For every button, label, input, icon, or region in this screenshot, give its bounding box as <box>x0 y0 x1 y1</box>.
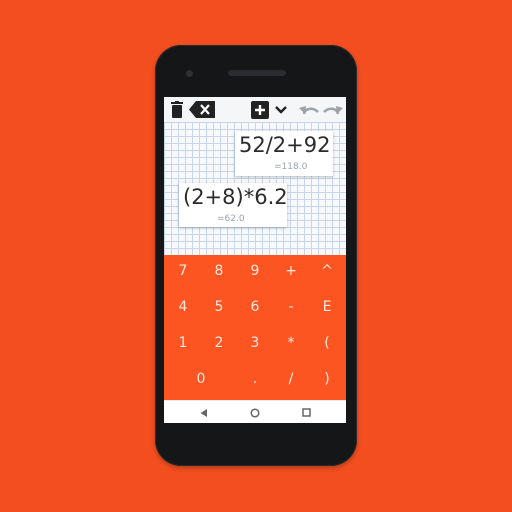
key-1[interactable]: 1 <box>165 327 201 359</box>
key-multiply[interactable]: * <box>273 327 309 359</box>
recents-icon[interactable] <box>296 405 316 420</box>
front-camera <box>186 70 193 77</box>
key-2[interactable]: 2 <box>201 327 237 359</box>
android-navbar <box>164 400 346 423</box>
trash-icon[interactable] <box>170 99 184 120</box>
key-decimal[interactable]: . <box>237 363 273 395</box>
key-3[interactable]: 3 <box>237 327 273 359</box>
earpiece-speaker <box>228 70 286 76</box>
expression-card[interactable]: 52/2+92 =118.0 <box>235 131 333 176</box>
key-9[interactable]: 9 <box>237 255 273 287</box>
expression-formula: 52/2+92 <box>239 133 331 157</box>
expression-formula: (2+8)*6.2 <box>183 185 288 209</box>
chevron-down-icon[interactable] <box>274 99 288 120</box>
expression-card[interactable]: (2+8)*6.2 =62.0 <box>179 183 288 227</box>
key-6[interactable]: 6 <box>237 291 273 323</box>
key-open-paren[interactable]: ( <box>309 327 345 359</box>
key-close-paren[interactable]: ) <box>309 363 345 395</box>
home-icon[interactable] <box>245 405 265 420</box>
back-icon[interactable] <box>193 405 213 420</box>
keypad: 7 8 9 + ^ 4 5 6 - E 1 2 3 * ( 0 . / ) <box>164 255 346 400</box>
key-divide[interactable]: / <box>273 363 309 395</box>
expression-result: =118.0 <box>274 162 308 172</box>
key-8[interactable]: 8 <box>201 255 237 287</box>
key-0[interactable]: 0 <box>183 363 219 395</box>
key-4[interactable]: 4 <box>165 291 201 323</box>
key-exponent[interactable]: E <box>309 291 345 323</box>
key-minus[interactable]: - <box>273 291 309 323</box>
expression-result: =62.0 <box>217 214 245 224</box>
add-box-icon[interactable] <box>250 99 270 120</box>
key-7[interactable]: 7 <box>165 255 201 287</box>
redo-icon[interactable] <box>322 99 344 120</box>
toolbar <box>164 97 346 123</box>
key-plus[interactable]: + <box>273 255 309 287</box>
key-power[interactable]: ^ <box>309 255 345 287</box>
backspace-icon[interactable] <box>188 99 216 120</box>
phone-screen: 52/2+92 =118.0 (2+8)*6.2 =62.0 7 8 9 + ^… <box>164 97 346 423</box>
graph-paper-canvas[interactable]: 52/2+92 =118.0 (2+8)*6.2 =62.0 <box>164 122 346 255</box>
key-5[interactable]: 5 <box>201 291 237 323</box>
undo-icon[interactable] <box>298 99 320 120</box>
